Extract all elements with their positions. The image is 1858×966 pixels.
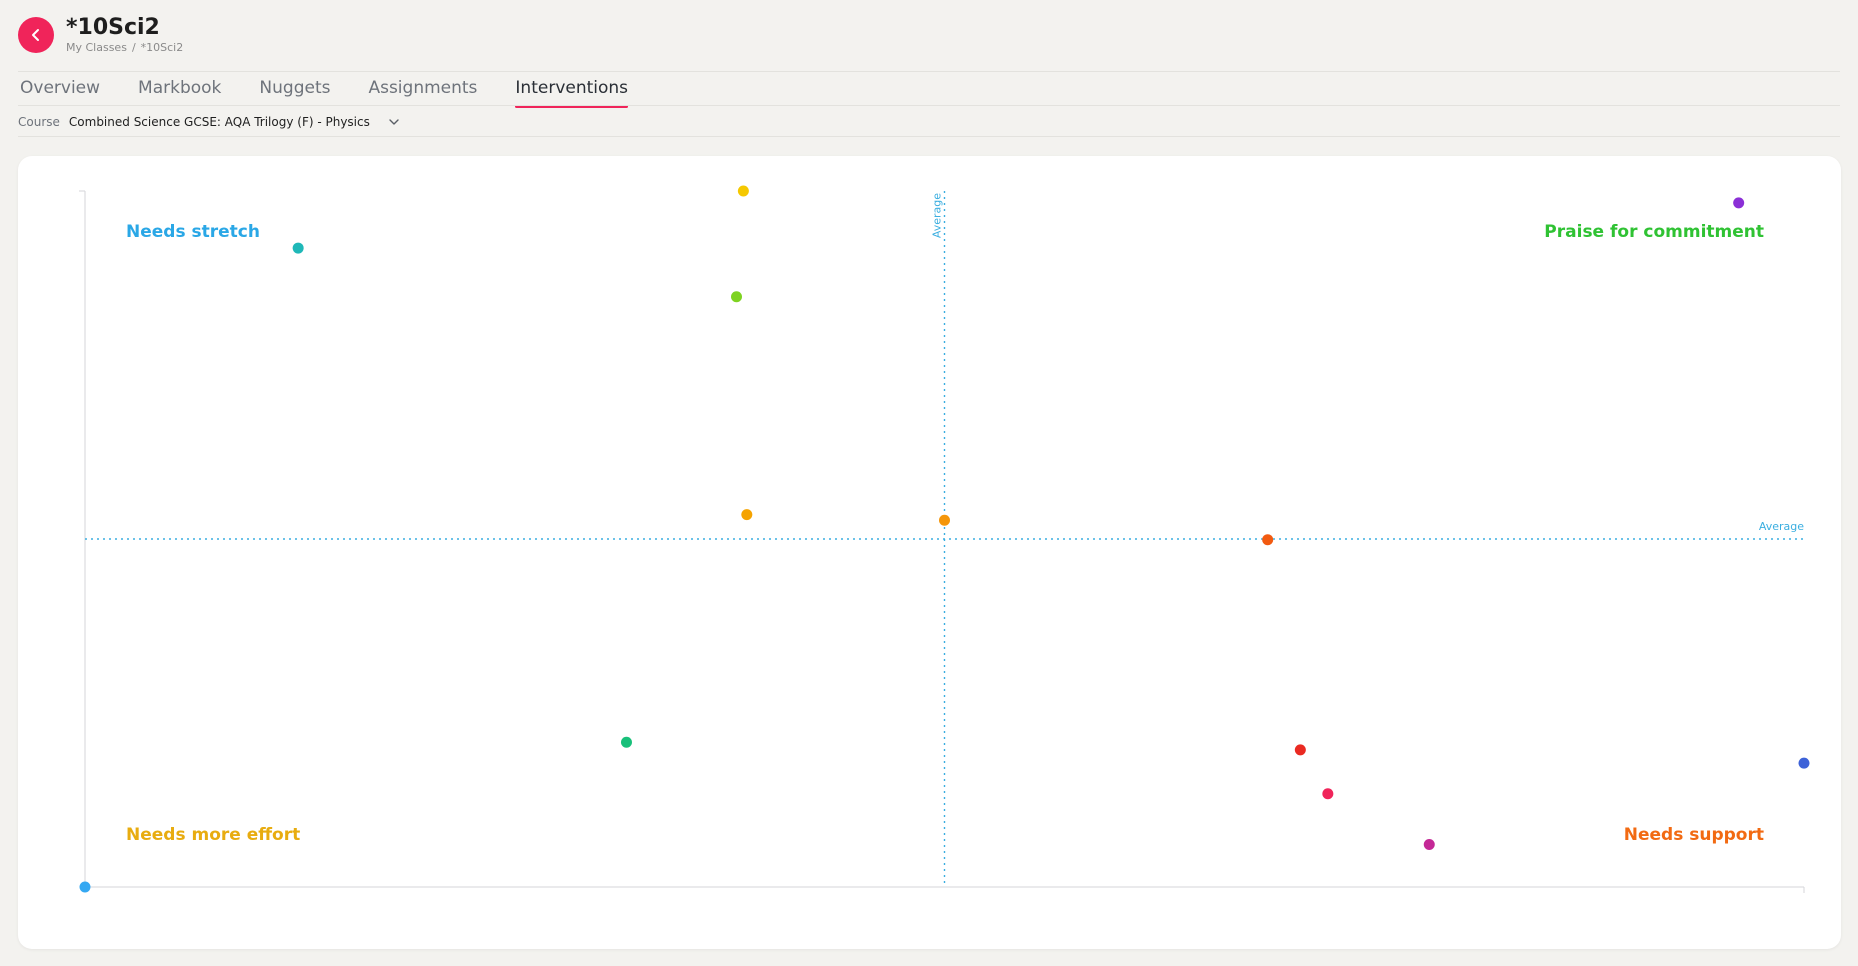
tab-nuggets[interactable]: Nuggets bbox=[259, 72, 330, 108]
tab-interventions[interactable]: Interventions bbox=[515, 72, 628, 108]
divider bbox=[18, 136, 1840, 137]
student-point-7[interactable] bbox=[1733, 197, 1745, 209]
course-label: Course bbox=[18, 115, 60, 129]
breadcrumb-my-classes[interactable]: My Classes bbox=[66, 41, 127, 54]
student-point-3[interactable] bbox=[731, 291, 743, 303]
student-point-4[interactable] bbox=[741, 509, 753, 521]
tab-assignments[interactable]: Assignments bbox=[368, 72, 477, 108]
student-point-1[interactable] bbox=[292, 242, 304, 254]
student-point-8[interactable] bbox=[620, 736, 632, 748]
chevron-left-icon bbox=[32, 29, 39, 41]
page-title: *10Sci2 bbox=[66, 15, 160, 40]
student-point-6[interactable] bbox=[1262, 534, 1274, 546]
chevron-down-icon bbox=[389, 119, 399, 125]
divider bbox=[18, 105, 1840, 106]
student-point-11[interactable] bbox=[1423, 839, 1435, 851]
tab-bar: Overview Markbook Nuggets Assignments In… bbox=[20, 72, 666, 108]
quadrant-label-needs-stretch: Needs stretch bbox=[126, 222, 260, 242]
student-point-9[interactable] bbox=[1294, 744, 1306, 756]
quadrant-label-praise-for-commitment: Praise for commitment bbox=[1544, 222, 1764, 242]
student-point-12[interactable] bbox=[1798, 757, 1810, 769]
breadcrumb-current: *10Sci2 bbox=[140, 41, 184, 54]
tab-markbook[interactable]: Markbook bbox=[138, 72, 221, 108]
interventions-chart-card: Average Average Needs stretch Praise for… bbox=[18, 156, 1841, 949]
breadcrumb: My Classes / *10Sci2 bbox=[66, 41, 184, 54]
tab-overview[interactable]: Overview bbox=[20, 72, 100, 108]
student-point-2[interactable] bbox=[737, 185, 749, 197]
student-point-10[interactable] bbox=[1322, 788, 1334, 800]
chart-axes bbox=[79, 190, 1805, 893]
quadrant-label-needs-support: Needs support bbox=[1624, 825, 1764, 845]
class-header: *10Sci2 My Classes / *10Sci2 bbox=[18, 15, 618, 57]
interventions-scatter-chart: Average Average Needs stretch Praise for… bbox=[79, 185, 1810, 893]
course-value[interactable]: Combined Science GCSE: AQA Trilogy (F) -… bbox=[69, 115, 370, 129]
student-point-5[interactable] bbox=[939, 514, 950, 526]
back-button[interactable] bbox=[18, 17, 54, 53]
student-point-13[interactable] bbox=[79, 881, 91, 893]
average-x-label: Average bbox=[931, 193, 944, 238]
course-dropdown-toggle[interactable] bbox=[388, 115, 402, 129]
average-y-label: Average bbox=[1759, 520, 1804, 533]
quadrant-label-needs-more-effort: Needs more effort bbox=[126, 825, 300, 845]
course-selector[interactable]: Course Combined Science GCSE: AQA Trilog… bbox=[18, 113, 402, 131]
